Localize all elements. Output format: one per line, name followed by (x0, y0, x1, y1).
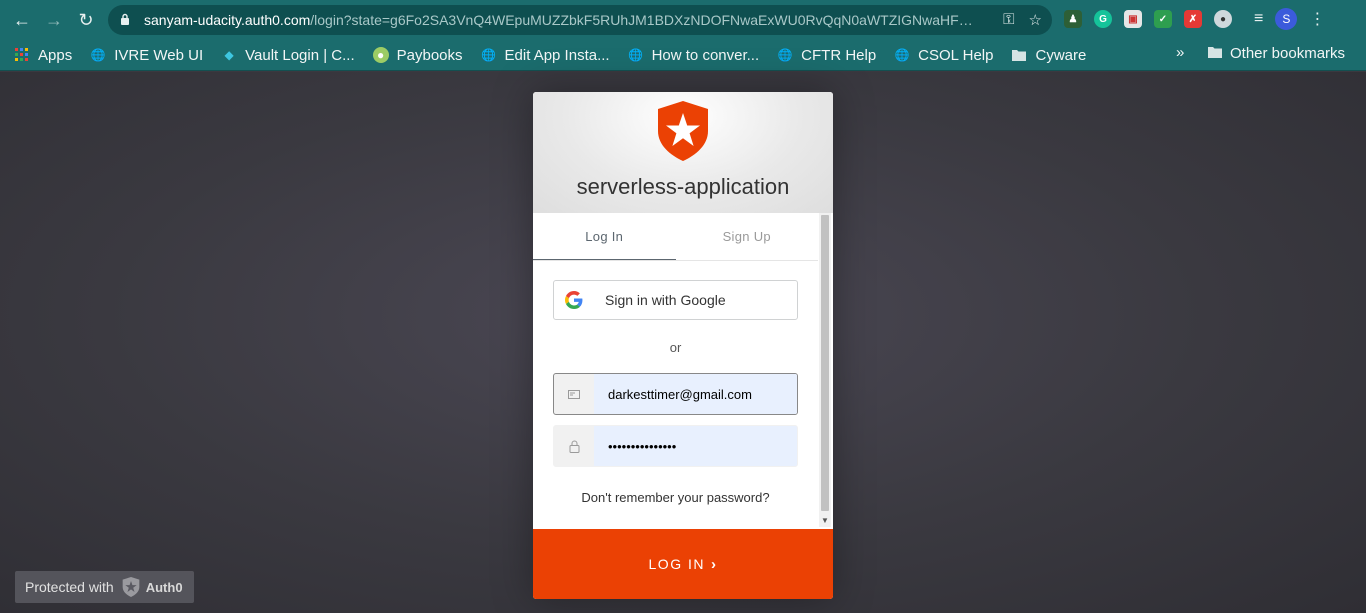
extension-person-icon[interactable]: ♟ (1064, 10, 1082, 28)
tab-login[interactable]: Log In (533, 213, 676, 260)
back-icon[interactable]: ← (6, 4, 38, 36)
bookmark-label: Vault Login | C... (245, 46, 355, 64)
url-host: sanyam-udacity.auth0.com (144, 12, 311, 28)
or-divider: or (669, 340, 682, 355)
apps-grid-icon (14, 47, 30, 63)
bookmark-label: Paybooks (396, 46, 463, 64)
bookmarks-overflow-button[interactable]: » (1176, 44, 1184, 61)
bookmark-edit-app[interactable]: 🌐 Edit App Insta... (481, 47, 610, 64)
auth0-brand: Auth0 (122, 577, 183, 597)
bookmark-label: Cyware (1035, 46, 1087, 64)
address-bar[interactable]: sanyam-udacity.auth0.com /login?state=g6… (108, 5, 1052, 35)
login-submit-label: LOG IN (648, 556, 705, 572)
other-bookmarks-label: Other bookmarks (1230, 45, 1346, 62)
bookmark-cftr[interactable]: 🌐 CFTR Help (777, 46, 877, 64)
card-scrollbar[interactable]: ▼ (819, 213, 831, 527)
forward-icon[interactable]: → (38, 4, 70, 36)
folder-icon (1208, 45, 1222, 62)
lock-icon (120, 12, 134, 28)
key-icon[interactable]: ⚿ (1003, 11, 1014, 29)
globe-icon: 🌐 (894, 48, 910, 62)
password-field[interactable] (553, 425, 798, 467)
lock-icon (554, 426, 594, 466)
bookmark-csol[interactable]: 🌐 CSOL Help (894, 46, 994, 64)
auth-tabs: Log In Sign Up (533, 213, 818, 261)
bookmark-cyware[interactable]: Cyware (1011, 47, 1086, 64)
card-header: serverless-application (533, 92, 833, 213)
extensions-area: ♟ G ▣ ✓ ✗ ● ≡ S ⋮ (1064, 8, 1325, 30)
globe-icon: 🌐 (90, 48, 106, 62)
folder-icon (1011, 47, 1027, 63)
login-submit-button[interactable]: LOG IN › (533, 529, 833, 599)
google-signin-label: Sign in with Google (605, 292, 726, 308)
globe-icon: 🌐 (481, 48, 496, 62)
bookmark-label: CFTR Help (801, 46, 877, 64)
star-icon[interactable]: ☆ (1029, 11, 1042, 29)
extension-circle-icon[interactable]: ● (1214, 10, 1232, 28)
browser-toolbar: ← → ↻ sanyam-udacity.auth0.com /login?st… (0, 0, 1366, 40)
bookmark-how-to[interactable]: 🌐 How to conver... (628, 46, 760, 64)
scroll-thumb[interactable] (821, 215, 829, 511)
menu-kebab-icon[interactable]: ⋮ (1309, 9, 1325, 29)
protected-text: Protected with (25, 579, 114, 595)
email-field[interactable] (553, 373, 798, 415)
reload-icon[interactable]: ↻ (70, 4, 102, 36)
bookmarks-bar: Apps 🌐 IVRE Web UI ◆ Vault Login | C... … (0, 40, 1366, 71)
auth0-shield-logo-icon (658, 101, 708, 161)
chevron-right-icon: › (710, 555, 718, 573)
google-icon (554, 291, 594, 309)
app-title: serverless-application (576, 174, 790, 199)
other-bookmarks[interactable]: Other bookmarks (1208, 45, 1345, 62)
bookmark-vault[interactable]: ◆ Vault Login | C... (221, 47, 355, 64)
auth0-shield-icon (122, 577, 140, 597)
globe-icon: 🌐 (777, 48, 793, 62)
extension-pdf-icon[interactable]: ✗ (1184, 10, 1202, 28)
bookmark-label: Edit App Insta... (504, 46, 610, 64)
bookmark-paybooks[interactable]: ● Paybooks (372, 46, 463, 64)
email-input[interactable] (594, 374, 797, 414)
bookmark-ivre[interactable]: 🌐 IVRE Web UI (90, 47, 203, 64)
bookmark-apps[interactable]: Apps (14, 47, 72, 64)
protected-with-auth0-badge[interactable]: Protected with Auth0 (15, 571, 194, 603)
url-path: /login?state=g6Fo2SA3VnQ4WEpuMUZZbkF5RUh… (310, 12, 981, 28)
bookmark-label: How to conver... (651, 46, 760, 64)
tab-signup[interactable]: Sign Up (676, 213, 819, 260)
extension-window-icon[interactable]: ▣ (1124, 10, 1142, 28)
paybooks-icon: ● (372, 47, 389, 63)
envelope-icon (554, 374, 594, 414)
vault-icon: ◆ (224, 48, 234, 62)
auth0-brand-label: Auth0 (145, 579, 183, 595)
profile-avatar[interactable]: S (1275, 8, 1298, 30)
bookmark-label: IVRE Web UI (114, 46, 204, 64)
google-signin-button[interactable]: Sign in with Google (553, 280, 798, 320)
bookmark-label: Apps (38, 46, 73, 64)
forgot-password-link[interactable]: Don't remember your password? (533, 490, 818, 505)
globe-icon: 🌐 (628, 48, 644, 62)
bookmark-label: CSOL Help (918, 46, 994, 64)
password-input[interactable] (594, 426, 797, 466)
extension-mail-icon[interactable]: ✓ (1154, 10, 1172, 28)
reading-list-icon[interactable]: ≡ (1254, 10, 1263, 28)
scroll-down-icon[interactable]: ▼ (821, 516, 829, 525)
login-card: serverless-application Log In Sign Up ▼ … (533, 92, 833, 599)
grammarly-icon[interactable]: G (1094, 10, 1112, 28)
